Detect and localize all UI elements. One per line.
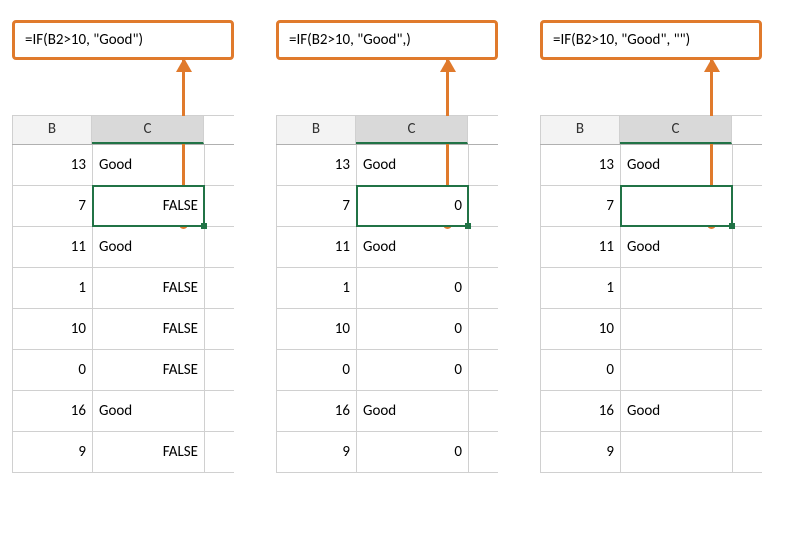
formula-text: =IF(B2>10, "Good",) (289, 31, 411, 49)
table-row: 0 (541, 350, 762, 391)
cell-c[interactable]: Good (93, 227, 205, 267)
cell-c[interactable]: Good (357, 145, 469, 185)
cell-b[interactable]: 1 (13, 268, 93, 308)
column-headers: B C (276, 115, 498, 145)
cell-b[interactable]: 11 (277, 227, 357, 267)
cell-b[interactable]: 9 (277, 432, 357, 472)
cell-c[interactable]: 0 (357, 432, 469, 472)
table-row: 7 (541, 186, 762, 227)
col-header-c[interactable]: C (92, 116, 204, 144)
cell-c[interactable]: 0 (357, 268, 469, 308)
cell-c[interactable]: Good (357, 227, 469, 267)
cell-c[interactable]: FALSE (93, 432, 205, 472)
column-headers: B C (12, 115, 234, 145)
table-row: 10 0 (277, 309, 498, 350)
cell-c[interactable]: Good (93, 145, 205, 185)
formula-box: =IF(B2>10, "Good", "") (540, 20, 762, 60)
table-row: 11 Good (541, 227, 762, 268)
cell-b[interactable]: 7 (277, 186, 357, 226)
table-row: 16 Good (13, 391, 234, 432)
cell-c[interactable]: Good (357, 391, 469, 431)
cell-value: FALSE (163, 197, 198, 215)
cell-c[interactable] (621, 309, 733, 349)
cell-b[interactable]: 10 (541, 309, 621, 349)
column-headers: B C (540, 115, 762, 145)
cell-c[interactable]: 0 (357, 309, 469, 349)
table-row: 13 Good (277, 145, 498, 186)
table-row: 11 Good (13, 227, 234, 268)
panel-1: =IF(B2>10, "Good") B C 13 Good 7 FALSE 1… (12, 20, 234, 473)
cell-c[interactable]: FALSE (93, 268, 205, 308)
cell-value: 0 (454, 197, 462, 215)
cell-c[interactable] (621, 350, 733, 390)
table-row: 1 FALSE (13, 268, 234, 309)
cell-b[interactable]: 13 (277, 145, 357, 185)
cell-c[interactable]: FALSE (93, 309, 205, 349)
cell-b[interactable]: 0 (541, 350, 621, 390)
table-row: 16 Good (277, 391, 498, 432)
table-row: 1 0 (277, 268, 498, 309)
grid-rows: 13 Good 7 FALSE 11 Good 1 FALSE 10 FALSE (12, 145, 234, 473)
cell-c[interactable]: FALSE (93, 350, 205, 390)
fill-handle-icon[interactable] (729, 223, 735, 229)
panel-3: =IF(B2>10, "Good", "") B C 13 Good 7 11 … (540, 20, 762, 473)
table-row: 0 0 (277, 350, 498, 391)
cell-c[interactable]: Good (93, 391, 205, 431)
cell-b[interactable]: 9 (13, 432, 93, 472)
cell-c[interactable]: Good (621, 391, 733, 431)
table-row: 1 (541, 268, 762, 309)
panels-container: =IF(B2>10, "Good") B C 13 Good 7 FALSE 1… (12, 20, 788, 473)
panel-2: =IF(B2>10, "Good",) B C 13 Good 7 0 11 G… (276, 20, 498, 473)
col-header-b[interactable]: B (276, 116, 356, 144)
col-header-c[interactable]: C (356, 116, 468, 144)
cell-c[interactable] (621, 432, 733, 472)
cell-b[interactable]: 7 (13, 186, 93, 226)
table-row: 13 Good (13, 145, 234, 186)
grid-rows: 13 Good 7 0 11 Good 1 0 10 0 (276, 145, 498, 473)
fill-handle-icon[interactable] (201, 223, 207, 229)
cell-b[interactable]: 11 (13, 227, 93, 267)
formula-box: =IF(B2>10, "Good") (12, 20, 234, 60)
table-row: 7 FALSE (13, 186, 234, 227)
table-row: 0 FALSE (13, 350, 234, 391)
cell-b[interactable]: 11 (541, 227, 621, 267)
cell-b[interactable]: 13 (13, 145, 93, 185)
formula-text: =IF(B2>10, "Good", "") (553, 31, 690, 49)
cell-b[interactable]: 10 (13, 309, 93, 349)
cell-b[interactable]: 16 (541, 391, 621, 431)
cell-b[interactable]: 16 (13, 391, 93, 431)
formula-text: =IF(B2>10, "Good") (25, 31, 143, 49)
cell-b[interactable]: 16 (277, 391, 357, 431)
table-row: 10 FALSE (13, 309, 234, 350)
table-row: 11 Good (277, 227, 498, 268)
table-row: 9 FALSE (13, 432, 234, 473)
cell-c-selected[interactable] (621, 186, 733, 226)
cell-b[interactable]: 9 (541, 432, 621, 472)
cell-c[interactable]: Good (621, 145, 733, 185)
grid-rows: 13 Good 7 11 Good 1 10 (540, 145, 762, 473)
cell-b[interactable]: 1 (541, 268, 621, 308)
table-row: 10 (541, 309, 762, 350)
col-header-b[interactable]: B (12, 116, 92, 144)
cell-c[interactable]: 0 (357, 350, 469, 390)
table-row: 9 0 (277, 432, 498, 473)
cell-b[interactable]: 13 (541, 145, 621, 185)
cell-b[interactable]: 10 (277, 309, 357, 349)
col-header-b[interactable]: B (540, 116, 620, 144)
table-row: 16 Good (541, 391, 762, 432)
table-row: 7 0 (277, 186, 498, 227)
cell-b[interactable]: 7 (541, 186, 621, 226)
cell-c-selected[interactable]: FALSE (93, 186, 205, 226)
cell-b[interactable]: 0 (13, 350, 93, 390)
table-row: 9 (541, 432, 762, 473)
cell-b[interactable]: 1 (277, 268, 357, 308)
fill-handle-icon[interactable] (465, 223, 471, 229)
cell-c[interactable] (621, 268, 733, 308)
col-header-c[interactable]: C (620, 116, 732, 144)
cell-b[interactable]: 0 (277, 350, 357, 390)
cell-c[interactable]: Good (621, 227, 733, 267)
table-row: 13 Good (541, 145, 762, 186)
formula-box: =IF(B2>10, "Good",) (276, 20, 498, 60)
cell-c-selected[interactable]: 0 (357, 186, 469, 226)
